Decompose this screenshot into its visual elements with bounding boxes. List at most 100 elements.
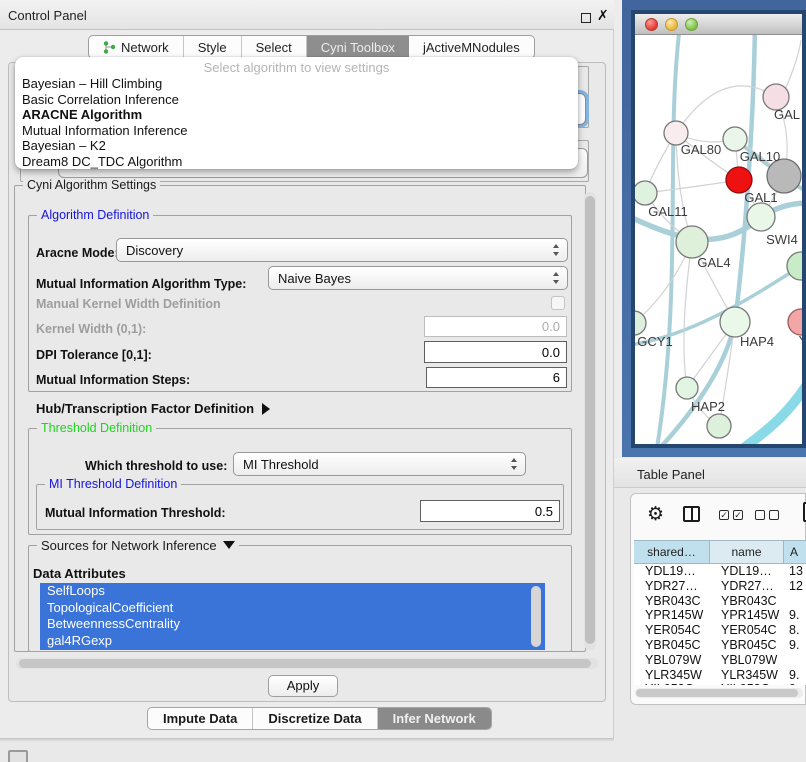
tab-label: Style [198, 40, 227, 55]
table-row[interactable]: YPR145W YPR145W 9. [634, 608, 806, 623]
network-node-gray-node[interactable] [767, 159, 801, 193]
network-node-gal11[interactable] [635, 181, 657, 205]
network-node-green-right[interactable] [787, 252, 806, 280]
control-panel-titlebar: Control Panel ✗ [0, 0, 614, 30]
aracne-mode-combo[interactable]: Discovery [116, 238, 568, 262]
float-window-icon[interactable] [581, 13, 591, 23]
dropdown-item[interactable]: Bayesian – Hill Climbing [15, 76, 578, 92]
dpi-tolerance-label: DPI Tolerance [0,1]: [36, 348, 152, 362]
mi-threshold-group-title: MI Threshold Definition [45, 477, 181, 491]
zoom-traffic-light-icon[interactable] [685, 18, 698, 31]
manual-kernel-checkbox[interactable] [551, 296, 565, 310]
network-node-gcy1[interactable] [635, 311, 646, 335]
which-threshold-combo[interactable]: MI Threshold [233, 452, 526, 476]
stepper-arrows-icon [511, 458, 518, 470]
dpi-tolerance-field[interactable]: 0.0 [424, 341, 567, 363]
data-attributes-list: SelfLoopsTopologicalCoefficientBetweenne… [40, 583, 545, 650]
node-table: shared… name A YDL19… YDL19… 13 YDR2 [634, 540, 806, 685]
attribute-list-item[interactable]: TopologicalCoefficient [40, 600, 545, 617]
sources-group-title[interactable]: Sources for Network Inference [37, 538, 239, 553]
network-window-titlebar[interactable] [635, 14, 802, 35]
hub-definition-toggle[interactable]: Hub/Transcription Factor Definition [36, 401, 270, 416]
column-header-shared-name[interactable]: shared… [634, 541, 710, 564]
table-row[interactable]: YDL19… YDL19… 13 [634, 564, 806, 579]
mi-algorithm-type-combo[interactable]: Naive Bayes [268, 266, 568, 290]
dropdown-item[interactable]: Basic Correlation Inference [15, 92, 578, 108]
table-row[interactable]: YIL052C YIL052C 9. [634, 682, 806, 685]
bottom-tab[interactable]: Discretize Data [253, 708, 377, 729]
attributes-list-scrollbar[interactable] [531, 586, 541, 647]
network-node-hap2[interactable] [676, 377, 698, 399]
network-node-rose[interactable] [788, 309, 806, 335]
dropdown-item[interactable]: ARACNE Algorithm [15, 107, 578, 123]
dropdown-item[interactable]: Bayesian – K2 [15, 138, 578, 154]
unchecked-checkbox-icon[interactable] [769, 510, 779, 520]
bottom-tab[interactable]: Infer Network [378, 708, 491, 729]
node-label: GAL [774, 107, 800, 122]
bottom-tabstrip: Impute Data Discretize Data Infer Networ… [147, 707, 492, 730]
attribute-list-item[interactable]: SelfLoops [40, 583, 545, 600]
table-row[interactable]: YBR043C YBR043C [634, 594, 806, 609]
control-panel-tab[interactable]: Style [184, 36, 242, 58]
table-panel-title: Table Panel [637, 467, 705, 482]
table-horizontal-scrollbar[interactable] [635, 688, 803, 698]
settings-horizontal-scrollbar-thumb[interactable] [19, 659, 591, 668]
dropdown-item[interactable]: Mutual Information Inference [15, 123, 578, 139]
checked-checkbox-icon[interactable]: ✓ [733, 510, 743, 520]
minimized-panel-icon[interactable] [8, 750, 28, 762]
mi-threshold-label: Mutual Information Threshold: [45, 506, 226, 520]
table-row[interactable]: YDR27… YDR27… 12 [634, 579, 806, 594]
node-label: GAL80 [681, 142, 721, 157]
table-body: YDL19… YDL19… 13 YDR27… YDR27… 12 YBR043… [634, 564, 806, 685]
stepper-arrows-icon [553, 244, 560, 256]
unchecked-checkbox-icon[interactable] [755, 510, 765, 520]
stepper-arrows-icon [553, 272, 560, 284]
expanded-arrow-icon [223, 541, 235, 549]
close-traffic-light-icon[interactable] [645, 18, 658, 31]
node-label: GAL1 [744, 190, 777, 205]
attribute-list-item[interactable]: BetweennessCentrality [40, 616, 545, 633]
apply-button[interactable]: Apply [268, 675, 338, 697]
attribute-list-item[interactable]: gal4RGexp [40, 633, 545, 650]
column-header-clipped[interactable]: A [784, 541, 806, 564]
control-panel-tab[interactable]: Cyni Toolbox [307, 36, 409, 58]
thick-cyan-edge [740, 380, 806, 448]
network-node-gal10[interactable] [723, 127, 747, 151]
table-row[interactable]: YLR345W YLR345W 9. [634, 668, 806, 683]
network-node-hap4[interactable] [720, 307, 750, 337]
network-node-gal4[interactable] [676, 226, 708, 258]
column-header-name[interactable]: name [710, 541, 784, 564]
table-row[interactable]: YBL079W YBL079W [634, 653, 806, 668]
table-row[interactable]: YER054C YER054C 8. [634, 623, 806, 638]
node-label: GAL11 [648, 204, 688, 219]
gear-icon[interactable]: ⚙ [647, 503, 664, 526]
algorithm-dropdown-list: Select algorithm to view settings Bayesi… [15, 57, 578, 169]
control-panel: Control Panel ✗ Network Style Select [0, 0, 614, 740]
close-icon[interactable]: ✗ [597, 7, 609, 24]
aracne-mode-label: Aracne Mode: [36, 246, 119, 260]
table-panel-region: Table Panel ⚙ ✓ ✓ shared… name A [614, 457, 806, 762]
dropdown-item[interactable]: Dream8 DC_TDC Algorithm [15, 154, 578, 170]
columns-icon[interactable] [683, 506, 700, 522]
sources-title-label: Sources for Network Inference [41, 538, 217, 553]
table-row[interactable]: YBR045C YBR045C 9. [634, 638, 806, 653]
mi-steps-field[interactable]: 6 [426, 367, 567, 388]
network-canvas-svg: GALGAL80GAL10GAL1GAL11SWI4GAL4GCY1HAP4YH… [635, 35, 806, 448]
settings-vertical-scrollbar-thumb[interactable] [585, 196, 595, 644]
tab-label: jActiveMNodules [423, 40, 520, 55]
network-view-window[interactable]: GALGAL80GAL10GAL1GAL11SWI4GAL4GCY1HAP4YH… [631, 10, 806, 448]
control-panel-title: Control Panel [8, 8, 87, 23]
kernel-width-field[interactable]: 0.0 [424, 316, 567, 337]
minimize-traffic-light-icon[interactable] [665, 18, 678, 31]
mi-type-label: Mutual Information Algorithm Type: [36, 277, 246, 291]
network-node-bottom-node[interactable] [707, 414, 731, 438]
mi-threshold-field[interactable]: 0.5 [420, 500, 560, 522]
checked-checkbox-icon[interactable]: ✓ [719, 510, 729, 520]
control-panel-tab[interactable]: Select [242, 36, 307, 58]
bottom-tab[interactable]: Impute Data [148, 708, 253, 729]
network-canvas[interactable]: GALGAL80GAL10GAL1GAL11SWI4GAL4GCY1HAP4YH… [635, 35, 802, 444]
control-panel-tab[interactable]: Network [89, 36, 184, 58]
table-horizontal-scrollbar-thumb[interactable] [636, 689, 798, 697]
network-node-swi4[interactable] [747, 203, 775, 231]
control-panel-tab[interactable]: jActiveMNodules [409, 36, 534, 58]
